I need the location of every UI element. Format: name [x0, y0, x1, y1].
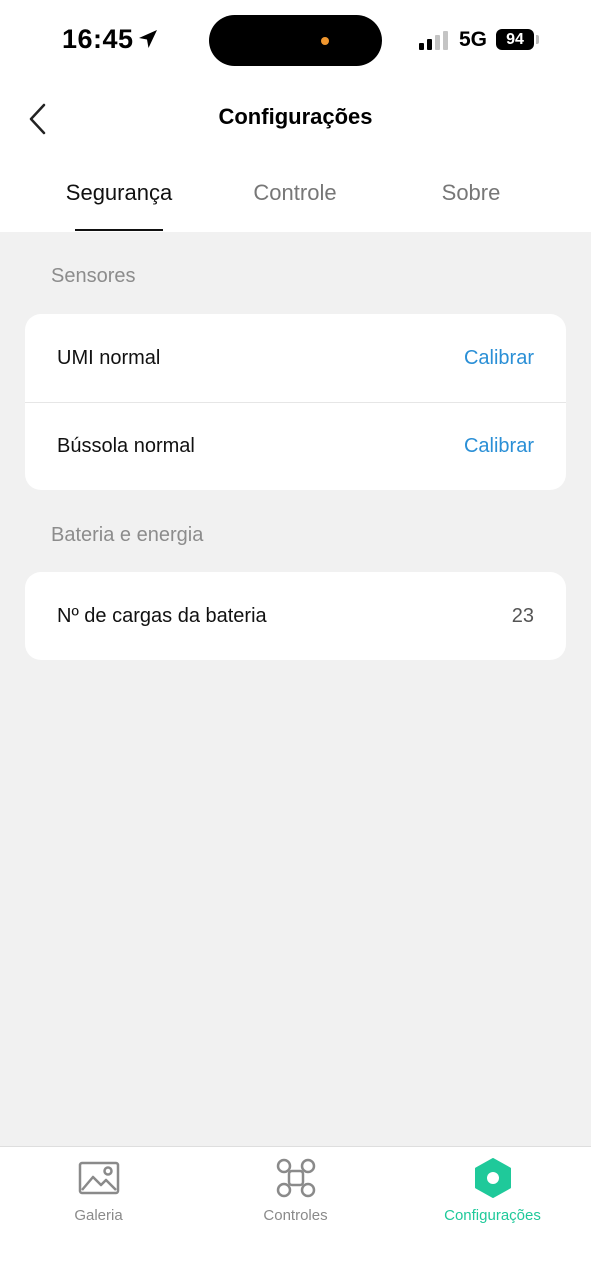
calibrate-umi-button[interactable]: Calibrar [464, 347, 534, 370]
active-tab-indicator [75, 229, 163, 231]
status-bar: 16:45 5G 94 [0, 0, 591, 80]
umi-status-label: UMI normal [57, 346, 161, 369]
location-arrow-icon [139, 30, 157, 48]
nav-item-controles[interactable]: Controles [197, 1147, 394, 1280]
bottom-nav: Galeria Controles Configurações [0, 1146, 591, 1280]
nav-label-controles: Controles [263, 1207, 328, 1224]
dynamic-island [209, 15, 382, 66]
nav-item-configuracoes[interactable]: Configurações [394, 1147, 591, 1280]
nav-label-configuracoes: Configurações [444, 1207, 541, 1224]
battery-card: Nº de cargas da bateria 23 [25, 572, 566, 660]
calibrate-compass-button[interactable]: Calibrar [464, 435, 534, 458]
sensors-card: UMI normal Calibrar Bússola normal Calib… [25, 314, 566, 490]
list-item-umi: UMI normal Calibrar [25, 314, 566, 402]
tab-seguranca[interactable]: Segurança [40, 180, 198, 206]
section-title-sensors: Sensores [51, 265, 136, 287]
tab-controle[interactable]: Controle [216, 180, 374, 206]
battery-charges-label: Nº de cargas da bateria [57, 604, 267, 627]
battery-indicator: 94 [496, 29, 534, 50]
battery-tip [536, 35, 539, 44]
network-type: 5G [459, 28, 488, 51]
list-item-compass: Bússola normal Calibrar [25, 402, 566, 490]
drone-icon [276, 1158, 316, 1198]
privacy-indicator-dot [321, 37, 329, 45]
tab-sobre[interactable]: Sobre [392, 180, 550, 206]
settings-hex-icon [475, 1158, 511, 1198]
compass-status-label: Bússola normal [57, 435, 195, 457]
page-title: Configurações [218, 104, 373, 129]
nav-item-galeria[interactable]: Galeria [0, 1147, 197, 1280]
gallery-icon [78, 1161, 120, 1195]
status-time: 16:45 [62, 24, 134, 54]
cellular-signal-icon [419, 31, 448, 50]
battery-charges-value: 23 [511, 604, 534, 627]
list-item-battery-charges: Nº de cargas da bateria 23 [25, 572, 566, 660]
section-title-battery: Bateria e energia [51, 524, 204, 546]
nav-label-galeria: Galeria [74, 1207, 123, 1224]
